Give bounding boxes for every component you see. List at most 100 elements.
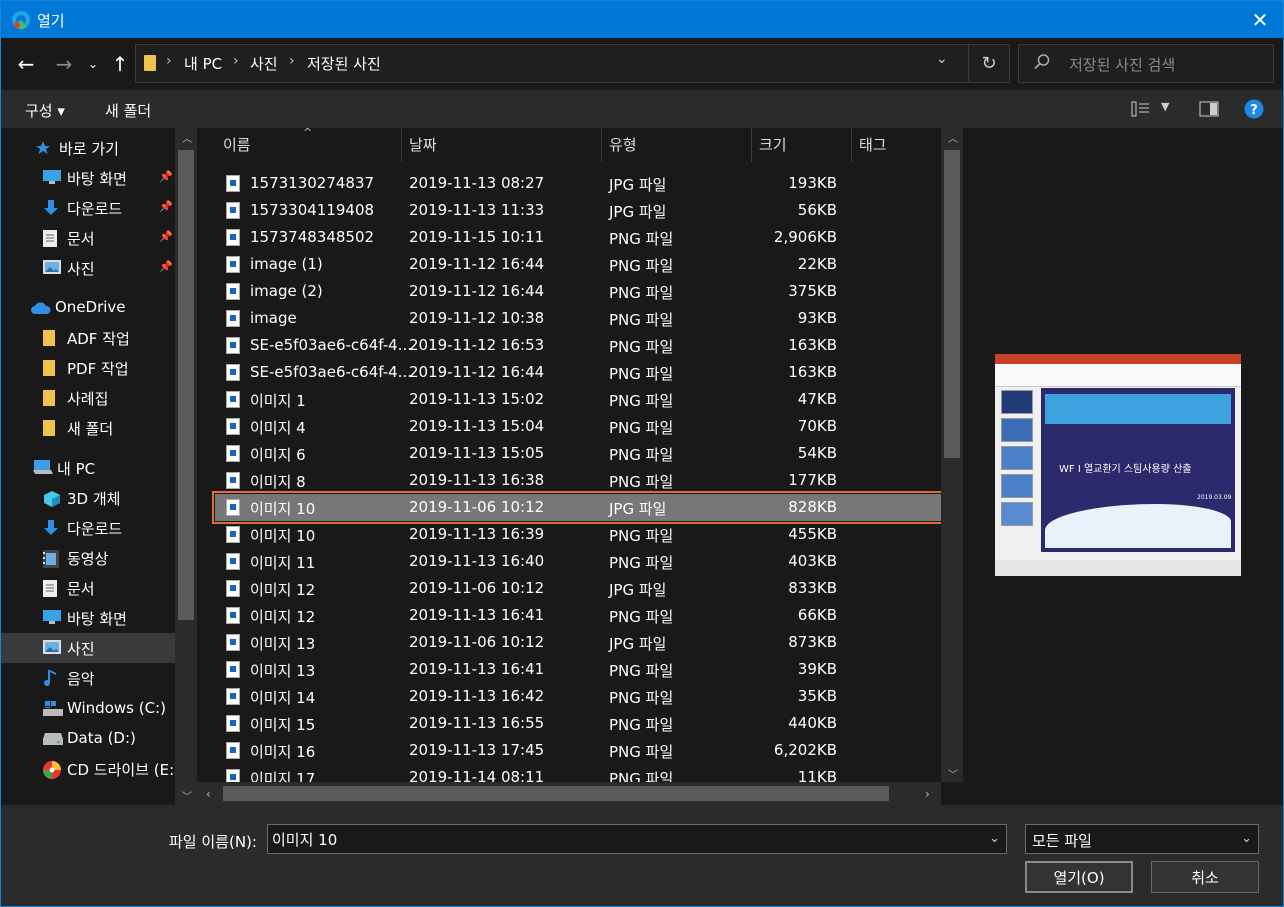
scrollbar-thumb[interactable] [944, 150, 960, 458]
forward-arrow-icon[interactable]: → [51, 52, 77, 76]
organize-button[interactable]: 구성 ▾ [25, 100, 65, 121]
search-box[interactable]: 저장된 사진 검색 [1018, 44, 1274, 83]
breadcrumb-my-pc[interactable]: 내 PC [184, 53, 222, 74]
column-tags[interactable]: 태그 [859, 128, 887, 160]
scrollbar-thumb[interactable] [178, 150, 194, 620]
column-size[interactable]: 크기 [759, 128, 787, 160]
file-row[interactable]: 이미지 10 2019-11-13 16:39 PNG 파일 455KB [215, 521, 941, 548]
file-row[interactable]: 이미지 4 2019-11-13 15:04 PNG 파일 70KB [215, 413, 941, 440]
scroll-right-icon[interactable]: › [925, 787, 930, 801]
sidebar-item[interactable]: 새 폴더 [1, 413, 175, 443]
file-size: 455KB [788, 525, 837, 543]
sidebar-item[interactable]: ADF 작업 [1, 323, 175, 353]
file-row[interactable]: 이미지 1 2019-11-13 15:02 PNG 파일 47KB [215, 386, 941, 413]
file-row[interactable]: 1573748348502 2019-11-15 10:11 PNG 파일 2,906… [215, 224, 941, 251]
file-row[interactable]: 이미지 16 2019-11-13 17:45 PNG 파일 6,202KB [215, 737, 941, 764]
refresh-icon[interactable]: ↻ [968, 45, 1009, 82]
preview-pane-icon[interactable] [1199, 101, 1219, 117]
file-type-select[interactable]: 모든 파일 ⌄ [1025, 824, 1259, 854]
file-name: 이미지 8 [250, 473, 306, 491]
file-row[interactable]: SE-e5f03ae6-c64f-4... 2019-11-12 16:44 PNG… [215, 359, 941, 386]
column-date[interactable]: 날짜 [409, 128, 437, 160]
sidebar-item[interactable]: 음악 [1, 663, 175, 693]
file-row[interactable]: SE-e5f03ae6-c64f-4... 2019-11-12 16:53 PNG… [215, 332, 941, 359]
sidebar-item[interactable]: 다운로드 [1, 513, 175, 543]
sidebar-item-label: 바탕 화면 [67, 170, 127, 188]
file-row[interactable]: image (2) 2019-11-12 16:44 PNG 파일 375KB [215, 278, 941, 305]
close-icon[interactable]: ✕ [1237, 1, 1283, 38]
column-type[interactable]: 유형 [609, 128, 637, 160]
chevron-down-icon[interactable]: ⌄ [1241, 831, 1252, 846]
file-row[interactable]: 1573304119408 2019-11-13 11:33 JPG 파일 56KB [215, 197, 941, 224]
navigation-scrollbar[interactable]: ︿ ﹀ [175, 128, 197, 805]
view-options-icon[interactable] [1131, 101, 1151, 117]
file-row[interactable]: 이미지 11 2019-11-13 16:40 PNG 파일 403KB [215, 548, 941, 575]
file-date: 2019-11-06 10:12 [409, 633, 545, 651]
file-row[interactable]: 이미지 15 2019-11-13 16:55 PNG 파일 440KB [215, 710, 941, 737]
sidebar-item[interactable]: 바탕 화면 [1, 603, 175, 633]
sidebar-item[interactable]: 사진 📌 [1, 253, 175, 283]
breadcrumb-saved-pictures[interactable]: 저장된 사진 [307, 53, 381, 74]
scroll-left-icon[interactable]: ‹ [206, 787, 211, 801]
horizontal-scrollbar[interactable]: ‹ › [197, 782, 941, 805]
cancel-button[interactable]: 취소 [1151, 861, 1259, 893]
sidebar-item[interactable]: CD 드라이브 (E:) [1, 754, 180, 784]
sidebar-item[interactable]: 다운로드 📌 [1, 193, 175, 223]
scroll-down-icon[interactable]: ﹀ [182, 788, 192, 803]
image-file-icon [226, 283, 240, 300]
sidebar-item[interactable]: 바로 가기 [1, 133, 175, 163]
file-list-scrollbar[interactable]: ︿ ﹀ [941, 128, 963, 782]
filename-input[interactable] [272, 830, 972, 848]
folder-icon [43, 360, 61, 376]
file-row[interactable]: 이미지 8 2019-11-13 16:38 PNG 파일 177KB [215, 467, 941, 494]
file-row[interactable]: 이미지 10 2019-11-06 10:12 JPG 파일 828KB [212, 491, 944, 524]
chevron-down-icon[interactable]: ⌄ [989, 831, 1000, 846]
file-size: 54KB [797, 444, 837, 462]
file-row[interactable]: 1573130274837 2019-11-13 08:27 JPG 파일 193KB [215, 170, 941, 197]
file-name: 이미지 4 [250, 419, 306, 437]
sidebar-item[interactable]: 문서 [1, 573, 175, 603]
help-icon[interactable]: ? [1244, 99, 1264, 119]
sidebar-item[interactable]: 사례집 [1, 383, 175, 413]
sidebar-item[interactable]: 문서 📌 [1, 223, 175, 253]
sidebar-item[interactable]: Data (D:) [1, 724, 175, 754]
chevron-right-icon[interactable]: › [166, 53, 172, 69]
file-row[interactable]: 이미지 12 2019-11-06 10:12 JPG 파일 833KB [215, 575, 941, 602]
column-name[interactable]: 이름 [223, 128, 251, 160]
file-row[interactable]: 이미지 12 2019-11-13 16:41 PNG 파일 66KB [215, 602, 941, 629]
file-date: 2019-11-13 15:02 [409, 390, 545, 408]
file-row[interactable]: 이미지 13 2019-11-06 10:12 JPG 파일 873KB [215, 629, 941, 656]
scroll-up-icon[interactable]: ︿ [948, 130, 958, 145]
image-file-icon [226, 202, 240, 219]
recent-locations-chevron-icon[interactable]: ⌄ [85, 52, 101, 76]
file-row[interactable]: 이미지 6 2019-11-13 15:05 PNG 파일 54KB [215, 440, 941, 467]
chevron-right-icon[interactable]: › [289, 53, 295, 69]
sidebar-item[interactable]: 동영상 [1, 543, 175, 573]
scrollbar-thumb[interactable] [223, 786, 889, 801]
file-row[interactable]: 이미지 14 2019-11-13 16:42 PNG 파일 35KB [215, 683, 941, 710]
view-dropdown-icon[interactable]: ▼ [1161, 100, 1169, 113]
chevron-right-icon[interactable]: › [233, 53, 239, 69]
new-folder-button[interactable]: 새 폴더 [105, 100, 151, 121]
scroll-up-icon[interactable]: ︿ [182, 130, 192, 145]
open-button[interactable]: 열기(O) [1025, 861, 1133, 893]
up-arrow-icon[interactable]: ↑ [109, 52, 131, 76]
sidebar-item[interactable]: 사진 [1, 633, 175, 663]
back-arrow-icon[interactable]: ← [13, 52, 39, 76]
filename-field[interactable]: ⌄ [267, 824, 1007, 854]
sidebar-item[interactable]: Windows (C:) [1, 694, 175, 724]
file-row[interactable]: image 2019-11-12 10:38 PNG 파일 93KB [215, 305, 941, 332]
file-row[interactable]: 이미지 13 2019-11-13 16:41 PNG 파일 39KB [215, 656, 941, 683]
sidebar-item[interactable]: 3D 개체 [1, 483, 175, 513]
address-dropdown-icon[interactable]: ⌄ [936, 51, 948, 67]
breadcrumb-pictures[interactable]: 사진 [250, 53, 278, 74]
file-size: 35KB [797, 687, 837, 705]
scroll-down-icon[interactable]: ﹀ [948, 766, 958, 781]
address-bar[interactable]: › 내 PC › 사진 › 저장된 사진 ⌄ ↻ [135, 44, 1010, 83]
sidebar-item[interactable]: 내 PC [1, 453, 175, 483]
file-date: 2019-11-12 16:44 [409, 363, 545, 381]
file-row[interactable]: image (1) 2019-11-12 16:44 PNG 파일 22KB [215, 251, 941, 278]
sidebar-item[interactable]: OneDrive [1, 293, 175, 323]
sidebar-item[interactable]: 바탕 화면 📌 [1, 163, 175, 193]
sidebar-item[interactable]: PDF 작업 [1, 353, 175, 383]
